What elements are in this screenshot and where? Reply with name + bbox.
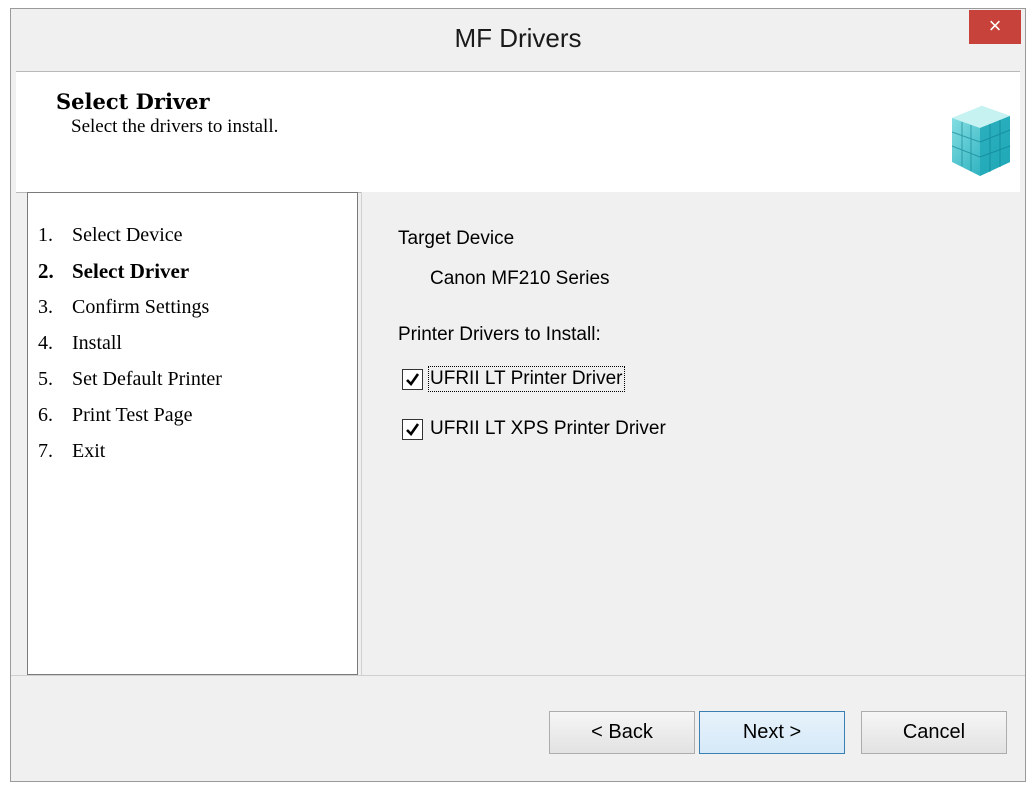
step-label: Install	[72, 332, 122, 354]
window-title: MF Drivers	[454, 23, 582, 53]
step-item: 6. Print Test Page	[28, 397, 357, 433]
step-number: 1.	[38, 224, 53, 246]
step-number: 4.	[38, 332, 53, 354]
cube-blocks-icon	[951, 106, 1011, 176]
installer-window: MF Drivers × Select Driver Select the dr…	[10, 8, 1026, 782]
checkmark-icon	[406, 422, 420, 436]
step-label: Set Default Printer	[72, 368, 222, 390]
step-number: 6.	[38, 404, 53, 426]
target-device-value: Canon MF210 Series	[430, 268, 610, 289]
step-item: 2. Select Driver	[28, 253, 357, 289]
page-title: Select Driver	[56, 89, 210, 114]
steps-panel: 1. Select Device 2. Select Driver 3. Confirm …	[27, 192, 358, 675]
close-button[interactable]: ×	[969, 10, 1021, 44]
step-label: Confirm Settings	[72, 296, 210, 318]
step-item: 1. Select Device	[28, 217, 357, 253]
back-button[interactable]: < Back	[549, 711, 695, 754]
step-item: 3. Confirm Settings	[28, 289, 357, 325]
target-device-label: Target Device	[398, 228, 515, 249]
checkbox-label: UFRII LT XPS Printer Driver	[430, 418, 666, 439]
page-subtitle: Select the drivers to install.	[71, 116, 279, 137]
ufrii-lt-driver-checkbox[interactable]: UFRII LT Printer Driver	[402, 366, 625, 392]
step-label: Select Driver	[72, 259, 190, 283]
step-number: 7.	[38, 440, 53, 462]
ufrii-lt-xps-driver-checkbox[interactable]: UFRII LT XPS Printer Driver	[402, 418, 666, 440]
checkbox-label: UFRII LT Printer Driver	[428, 366, 625, 392]
step-number: 3.	[38, 296, 53, 318]
drivers-label: Printer Drivers to Install:	[398, 324, 601, 345]
step-label: Print Test Page	[72, 404, 193, 426]
step-number: 5.	[38, 368, 53, 390]
footer-divider	[11, 675, 1025, 676]
step-label: Exit	[72, 440, 106, 462]
step-item: 7. Exit	[28, 433, 357, 469]
content-panel: Target Device Canon MF210 Series Printer…	[361, 192, 1021, 675]
checkbox-box[interactable]	[402, 418, 423, 440]
checkbox-box[interactable]	[402, 368, 423, 390]
next-button[interactable]: Next >	[699, 711, 845, 754]
step-item: 5. Set Default Printer	[28, 361, 357, 397]
step-number: 2.	[38, 259, 54, 283]
wizard-header: Select Driver Select the drivers to inst…	[16, 71, 1020, 193]
step-label: Select Device	[72, 224, 183, 246]
cancel-button[interactable]: Cancel	[861, 711, 1007, 754]
checkmark-icon	[406, 372, 420, 386]
step-item: 4. Install	[28, 325, 357, 361]
title-bar: MF Drivers ×	[11, 9, 1025, 71]
